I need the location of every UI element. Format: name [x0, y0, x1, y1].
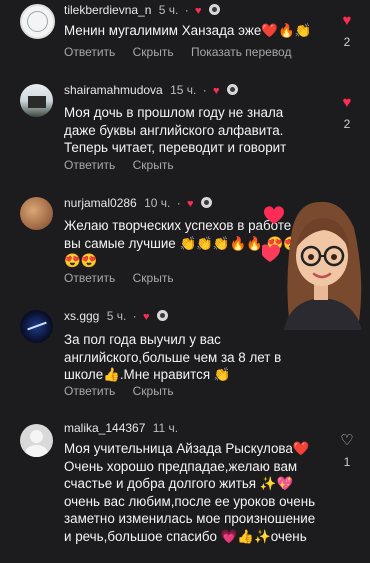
like-count: 2	[343, 117, 351, 131]
heart-icon[interactable]: ♥	[337, 13, 357, 29]
creator-avatar-icon	[200, 197, 212, 208]
heart-icon[interactable]: ♥	[337, 95, 357, 111]
avatar[interactable]	[20, 84, 53, 117]
translate-button[interactable]: Показать перевод	[191, 45, 292, 59]
like-control[interactable]: ♡ 1	[337, 433, 357, 470]
comment-header: shairamahmudova 15 ч. · ♥	[64, 83, 238, 97]
heart-badge-icon: ♥	[213, 85, 220, 97]
username[interactable]: nurjamal0286	[64, 196, 137, 210]
creator-avatar-icon	[226, 84, 238, 95]
like-count: 2	[343, 35, 351, 49]
hide-button[interactable]: Скрыть	[133, 158, 174, 172]
creator-avatar-icon	[156, 310, 168, 321]
heart-outline-icon[interactable]: ♡	[337, 433, 357, 449]
comment-header: malika_144367 11 ч.	[64, 421, 178, 435]
timestamp: 15 ч.	[170, 83, 197, 97]
username[interactable]: shairamahmudova	[64, 83, 163, 97]
comment-header: nurjamal0286 10 ч. · ♥	[64, 196, 212, 210]
creator-avatar-icon	[208, 4, 220, 15]
comment-text: Менин мугалимим Ханзада эже❤️🔥👏	[64, 23, 312, 38]
comment-actions: Ответить Скрыть	[64, 271, 188, 285]
heart-badge-icon: ♥	[195, 5, 202, 17]
timestamp: 5 ч.	[158, 3, 179, 17]
timestamp: 11 ч.	[152, 421, 179, 435]
avatar[interactable]	[20, 310, 53, 343]
like-count: 1	[343, 455, 351, 469]
comment-actions: Ответить Скрыть	[64, 158, 188, 172]
username[interactable]: malika_144367	[64, 421, 145, 435]
comment-header: xs.ggg 5 ч. · ♥	[64, 309, 168, 323]
comment-text: За пол года выучил у вас английского,бол…	[64, 332, 282, 382]
hide-button[interactable]: Скрыть	[133, 45, 174, 59]
avatar[interactable]	[20, 4, 55, 39]
comment-text: Моя учительница Айзада Рыскулова❤️ Очень…	[64, 441, 316, 544]
reply-button[interactable]: Ответить	[64, 158, 115, 172]
comment-header: tilekberdievna_n 5 ч. · ♥	[64, 3, 220, 17]
heart-badge-icon: ♥	[187, 198, 194, 210]
comment-text: Моя дочь в прошлом году не знала даже бу…	[64, 105, 287, 155]
avatar[interactable]	[20, 424, 53, 457]
timestamp: 5 ч.	[106, 309, 127, 323]
username[interactable]: tilekberdievna_n	[64, 3, 151, 17]
reply-button[interactable]: Ответить	[64, 45, 115, 59]
hide-button[interactable]: Скрыть	[133, 384, 174, 398]
cartoon-sticker-icon	[262, 201, 362, 330]
like-control[interactable]: ♥ 2	[337, 95, 357, 132]
username[interactable]: xs.ggg	[64, 309, 99, 323]
heart-badge-icon: ♥	[142, 311, 150, 323]
timestamp: 10 ч.	[144, 196, 171, 210]
reply-button[interactable]: Ответить	[64, 271, 115, 285]
avatar[interactable]	[20, 197, 53, 230]
hide-button[interactable]: Скрыть	[133, 271, 174, 285]
reply-button[interactable]: Ответить	[64, 384, 115, 398]
comment-actions: Ответить Скрыть	[64, 384, 188, 398]
comment-actions: Ответить Скрыть Показать перевод	[64, 45, 305, 59]
like-control[interactable]: ♥ 2	[337, 13, 357, 50]
